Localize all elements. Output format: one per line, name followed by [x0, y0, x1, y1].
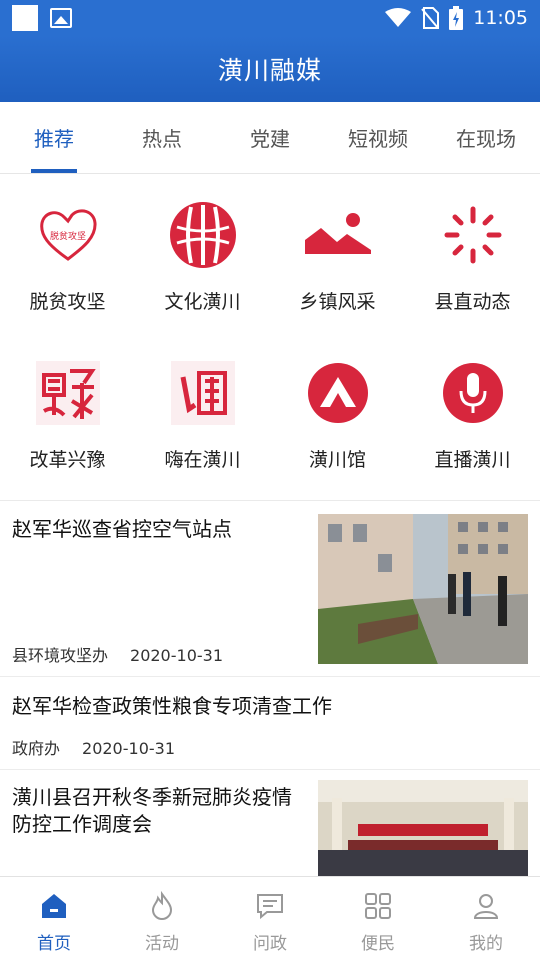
news-title: 赵军华巡查省控空气站点 — [12, 517, 232, 541]
culture-emblem-icon — [167, 199, 239, 271]
poverty-icon-caption: 脱贫攻坚 — [49, 230, 85, 242]
tab-short-video[interactable]: 短视频 — [324, 102, 432, 173]
message-icon — [257, 894, 283, 920]
grid-label: 脱贫攻坚 — [29, 291, 106, 313]
grid-item-towns[interactable]: 乡镇风采 — [270, 175, 405, 337]
nav-label: 我的 — [469, 934, 503, 954]
news-source: 县环境攻坚办 — [12, 646, 109, 665]
grid-label: 乡镇风采 — [299, 291, 376, 313]
app-header: 潢川融媒 — [0, 36, 540, 102]
grid-item-county[interactable]: 县直动态 — [405, 175, 540, 337]
microphone-icon — [437, 357, 509, 429]
apps-grid-icon — [365, 893, 391, 919]
reform-calligraphy-icon — [32, 357, 104, 429]
section-divider — [0, 500, 540, 501]
news-meta: 县环境攻坚办 2020-10-31 — [12, 642, 223, 666]
status-bar: 11:05 — [0, 0, 540, 36]
news-title: 赵军华检查政策性粮食专项清查工作 — [12, 694, 332, 718]
nav-activities[interactable]: 活动 — [108, 877, 216, 960]
news-thumbnail — [318, 780, 528, 878]
grid-item-museum[interactable]: 潢川馆 — [270, 337, 405, 499]
nav-inquiry[interactable]: 问政 — [216, 877, 324, 960]
grid-item-hai[interactable]: 嗨在潢川 — [135, 337, 270, 499]
grid-label: 改革兴豫 — [29, 449, 106, 471]
app-title: 潢川融媒 — [217, 56, 322, 85]
battery-charging-icon — [449, 6, 464, 30]
nav-services[interactable]: 便民 — [324, 877, 432, 960]
category-tabs: 推荐 热点 党建 短视频 在现场 — [0, 102, 540, 174]
user-icon — [473, 894, 499, 919]
nav-label: 活动 — [145, 934, 179, 954]
nav-label: 便民 — [361, 934, 395, 954]
tab-recommend[interactable]: 推荐 — [0, 102, 108, 173]
landscape-icon — [302, 199, 374, 271]
news-thumbnail — [318, 514, 528, 664]
wifi-icon — [385, 8, 412, 27]
tab-hot[interactable]: 热点 — [108, 102, 216, 173]
grid-item-reform[interactable]: 改革兴豫 — [0, 337, 135, 499]
grid-label: 潢川馆 — [308, 449, 366, 471]
grid-item-poverty[interactable]: 脱贫攻坚 脱贫攻坚 — [0, 175, 135, 337]
grid-item-live[interactable]: 直播潢川 — [405, 337, 540, 499]
nav-label: 首页 — [37, 934, 71, 954]
hai-calligraphy-icon — [167, 357, 239, 429]
tab-party[interactable]: 党建 — [216, 102, 324, 173]
status-time: 11:05 — [473, 7, 528, 29]
news-list: 赵军华巡查省控空气站点 县环境攻坚办 2020-10-31 赵军华检查政策性粮食… — [0, 502, 540, 880]
tab-on-site[interactable]: 在现场 — [432, 102, 540, 173]
news-item[interactable]: 赵军华检查政策性粮食专项清查工作 政府办 2020-10-31 — [0, 677, 540, 770]
grid-label: 嗨在潢川 — [164, 449, 241, 471]
grid-label: 文化潢川 — [164, 291, 241, 313]
nav-label: 问政 — [253, 934, 287, 954]
flame-icon — [151, 891, 173, 920]
news-item[interactable]: 潢川县召开秋冬季新冠肺炎疫情防控工作调度会 — [0, 770, 540, 880]
grid-label: 直播潢川 — [434, 449, 511, 471]
news-title: 潢川县召开秋冬季新冠肺炎疫情防控工作调度会 — [12, 785, 292, 836]
loading-spinner-icon — [437, 199, 509, 271]
grid-item-culture[interactable]: 文化潢川 — [135, 175, 270, 337]
home-icon — [42, 894, 66, 918]
bottom-nav: 首页 活动 问政 便民 我的 — [0, 876, 540, 960]
news-date: 2020-10-31 — [82, 739, 175, 758]
mountain-circle-icon — [302, 357, 374, 429]
news-item[interactable]: 赵军华巡查省控空气站点 县环境攻坚办 2020-10-31 — [0, 502, 540, 677]
nav-home[interactable]: 首页 — [0, 877, 108, 960]
grid-label: 县直动态 — [434, 291, 511, 313]
image-notification-icon — [50, 8, 72, 28]
news-date: 2020-10-31 — [130, 646, 223, 665]
heart-poverty-icon: 脱贫攻坚 — [32, 199, 104, 271]
news-meta: 政府办 2020-10-31 — [12, 735, 175, 759]
news-source: 政府办 — [12, 739, 61, 758]
no-sim-icon — [421, 7, 440, 29]
notification-square-icon — [12, 5, 38, 31]
channel-grid: 脱贫攻坚 脱贫攻坚 文化潢川 乡镇风采 县直动态 改革兴豫 嗨在潢川 潢川馆 直… — [0, 175, 540, 500]
nav-profile[interactable]: 我的 — [432, 877, 540, 960]
